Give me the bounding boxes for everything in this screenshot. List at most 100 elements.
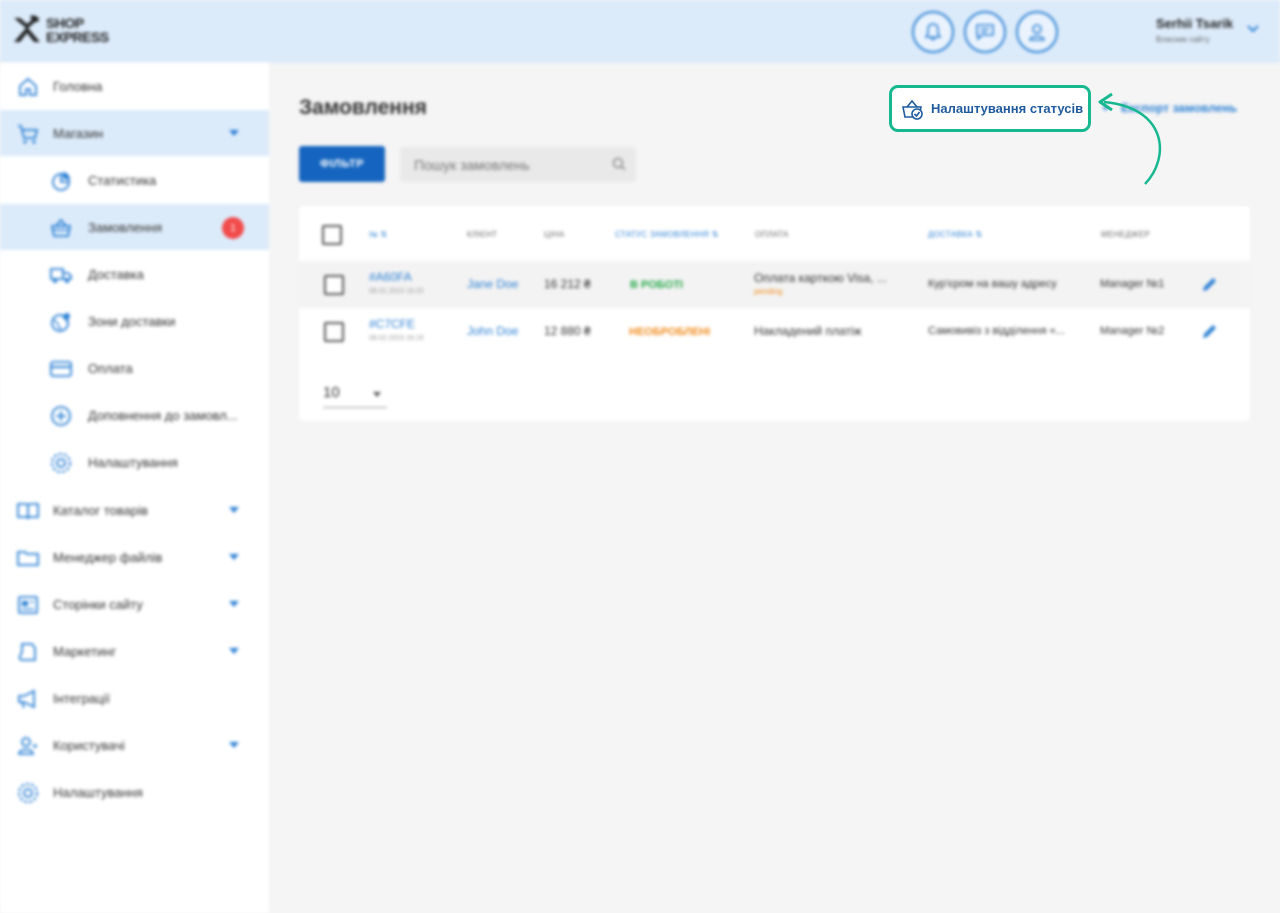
column-header-label: ДОСТАВКА (928, 230, 973, 239)
sidebar-item-integrations[interactable]: Інтеграції (0, 675, 269, 721)
row-checkbox[interactable] (324, 275, 344, 295)
page-icon (18, 596, 38, 614)
sidebar-item-delivery[interactable]: Доставка (0, 251, 269, 297)
basket-icon (50, 218, 72, 237)
column-header-number[interactable]: № ⇅ (369, 230, 387, 239)
edit-pencil-icon[interactable] (1201, 322, 1219, 340)
chevron-down-icon (229, 648, 239, 654)
delivery-method: Самовивіз з відділення «... (928, 325, 1065, 337)
cart-icon (18, 125, 39, 144)
status-badge: В РОБОТІ (630, 279, 683, 291)
sidebar-item-catalog[interactable]: Каталог товарів (0, 487, 269, 533)
column-header-price: ЦІНА (544, 230, 565, 239)
orders-table: № ⇅ КЛІЄНТ ЦІНА СТАТУС ЗАМОВЛЕННЯ ⇅ ОПЛА… (299, 206, 1250, 421)
sidebar-item-file-manager[interactable]: Менеджер файлів (0, 534, 269, 580)
payment-cell: Накладений платіж (754, 324, 862, 338)
table-row[interactable]: #C7CFE 08.02.2023 16:19 John Doe 12 880 … (299, 308, 1250, 355)
callout-arrow-icon (1098, 92, 1162, 185)
column-header-delivery[interactable]: ДОСТАВКА ⇅ (928, 230, 982, 239)
logo-text: SHOP EXPRESS (46, 16, 109, 44)
payment-cell: Оплата карткою Visa, ... pending (754, 271, 887, 296)
order-price: 12 880 ₴ (544, 324, 591, 338)
column-header-status[interactable]: СТАТУС ЗАМОВЛЕННЯ ⇅ (615, 230, 719, 239)
order-id-link[interactable]: #A60FA (369, 270, 424, 284)
home-icon (19, 77, 37, 96)
plus-circle-icon (51, 406, 71, 426)
caret-down-icon (373, 392, 381, 397)
column-header-label: СТАТУС ЗАМОВЛЕННЯ (615, 230, 710, 239)
edit-pencil-icon[interactable] (1201, 275, 1219, 293)
sidebar-item-marketing[interactable]: Маркетинг (0, 628, 269, 674)
basket-check-icon (902, 99, 923, 120)
sidebar-item-orders[interactable]: Замовлення 1 (0, 204, 269, 250)
status-badge: НЕОБРОБЛЕНІ (629, 326, 711, 338)
notifications-button[interactable] (912, 11, 954, 53)
top-icons (912, 11, 1058, 53)
manager-name: Manager №2 (1100, 325, 1165, 337)
column-header-payment: ОПЛАТА (755, 230, 789, 239)
status-settings-button[interactable]: Налаштування статусів (889, 85, 1091, 132)
delivery-method: Кур'єром на вашу адресу (928, 278, 1057, 290)
chevron-down-icon (229, 742, 239, 748)
rows-per-page-select[interactable]: 10 (323, 384, 387, 408)
order-cell: #C7CFE 08.02.2023 16:19 (369, 317, 424, 342)
rows-per-page-value: 10 (323, 384, 340, 401)
sidebar-item-label: Сторінки сайту (53, 596, 143, 612)
sidebar-item-shop[interactable]: Магазин (0, 110, 269, 156)
sidebar-item-payment[interactable]: Оплата (0, 345, 269, 391)
client-link[interactable]: John Doe (467, 324, 518, 338)
sidebar-item-users[interactable]: Користувачі (0, 722, 269, 768)
status-settings-label: Налаштування статусів (931, 101, 1084, 116)
chevron-down-icon[interactable] (1246, 24, 1260, 34)
megaphone-icon (18, 689, 35, 709)
chevron-down-icon (229, 130, 239, 136)
sidebar-item-shop-settings[interactable]: Налаштування (0, 439, 269, 485)
profile-button[interactable] (1016, 11, 1058, 53)
sidebar-item-statistics[interactable]: Статистика (0, 157, 269, 203)
payment-state: pending (754, 287, 783, 296)
globe-icon (51, 313, 70, 332)
user-name: Serhii Tsarik (1156, 16, 1234, 31)
sidebar: Головна Магазин Статистика Замовлення 1 … (0, 63, 269, 913)
column-header-client: КЛІЄНТ (467, 230, 498, 239)
sidebar-item-delivery-zones[interactable]: Зони доставки (0, 298, 269, 344)
sidebar-item-label: Налаштування (53, 784, 143, 800)
sidebar-item-settings[interactable]: Налаштування (0, 769, 269, 815)
user-info[interactable]: Serhii Tsarik Власник сайту (1156, 16, 1233, 44)
logo-line-1: SHOP (46, 15, 84, 31)
truck-icon (50, 268, 72, 283)
messages-button[interactable] (964, 11, 1006, 53)
chevron-down-icon (229, 554, 239, 560)
logo[interactable]: SHOP EXPRESS (12, 14, 109, 46)
sidebar-item-label: Каталог товарів (53, 502, 148, 518)
payment-method: Накладений платіж (754, 324, 862, 338)
folder-icon (17, 551, 39, 566)
client-link[interactable]: Jane Doe (467, 277, 518, 291)
select-all-checkbox[interactable] (322, 225, 342, 245)
chevron-down-icon (229, 507, 239, 513)
chevron-down-icon (229, 601, 239, 607)
gear-icon (51, 453, 71, 473)
sidebar-item-label: Доповнення до замовл... (88, 407, 238, 423)
sidebar-item-label: Інтеграції (53, 690, 110, 706)
order-price: 16 212 ₴ (544, 277, 591, 291)
orders-count-badge: 1 (222, 217, 244, 239)
row-checkbox[interactable] (324, 322, 344, 342)
page-title: Замовлення (299, 96, 427, 119)
top-bar: SHOP EXPRESS Serhii Tsarik Власник сайту (0, 0, 1280, 63)
sidebar-item-label: Статистика (88, 172, 157, 188)
order-id-link[interactable]: #C7CFE (369, 317, 424, 331)
sidebar-item-home[interactable]: Головна (0, 63, 269, 109)
sidebar-item-label: Оплата (88, 360, 133, 376)
search-input[interactable] (400, 147, 636, 182)
sidebar-item-site-pages[interactable]: Сторінки сайту (0, 581, 269, 627)
column-header-manager: МЕНЕДЖЕР (1101, 230, 1150, 239)
sidebar-item-order-addons[interactable]: Доповнення до замовл... (0, 392, 269, 438)
logo-mark-icon (14, 15, 40, 42)
payment-method: Оплата карткою Visa, ... (754, 271, 887, 285)
sidebar-item-label: Магазин (53, 125, 104, 141)
search-field[interactable] (400, 147, 636, 182)
table-row[interactable]: #A60FA 08.02.2023 16:20 Jane Doe 16 212 … (299, 261, 1250, 308)
sidebar-item-label: Доставка (88, 266, 144, 282)
filter-button[interactable]: ФІЛЬТР (299, 146, 385, 182)
